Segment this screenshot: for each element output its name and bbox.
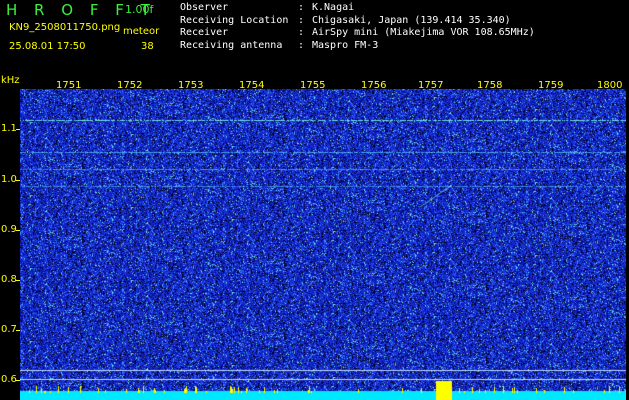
header-panel: H R O F F T 1.00f KN9_2508011750.png met… <box>0 0 629 76</box>
spectrogram-canvas <box>20 89 626 400</box>
info-location: Receiving Location: Chigasaki, Japan (139… <box>180 14 511 26</box>
version-label: 1.00f <box>125 3 154 16</box>
info-antenna: Receiving antenna: Maspro FM-3 <box>180 39 379 51</box>
y-tick-label: 1.1 <box>1 123 17 134</box>
y-tick-label: 1.0 <box>1 174 17 185</box>
info-receiver: Receiver: AirSpy mini (Miakejima VOR 108.… <box>180 27 535 38</box>
meteor-count: 38 <box>141 41 154 52</box>
mode-label: meteor <box>123 26 160 37</box>
y-axis-unit: kHz <box>1 75 20 86</box>
y-tick-label: 0.9 <box>1 224 17 235</box>
y-tick-label: 0.8 <box>1 274 17 285</box>
info-observer: Observer: K.Nagai <box>180 2 355 13</box>
station-info: Observer: K.Nagai Receiving Location: Chig… <box>180 2 535 52</box>
y-tick-label: 0.6 <box>1 374 17 385</box>
y-tick-label: 0.7 <box>1 324 17 335</box>
datetime-label: 25.08.01 17:50 <box>9 41 86 52</box>
filename-label: KN9_2508011750.png <box>9 22 121 33</box>
spectrogram-plot <box>20 89 626 400</box>
